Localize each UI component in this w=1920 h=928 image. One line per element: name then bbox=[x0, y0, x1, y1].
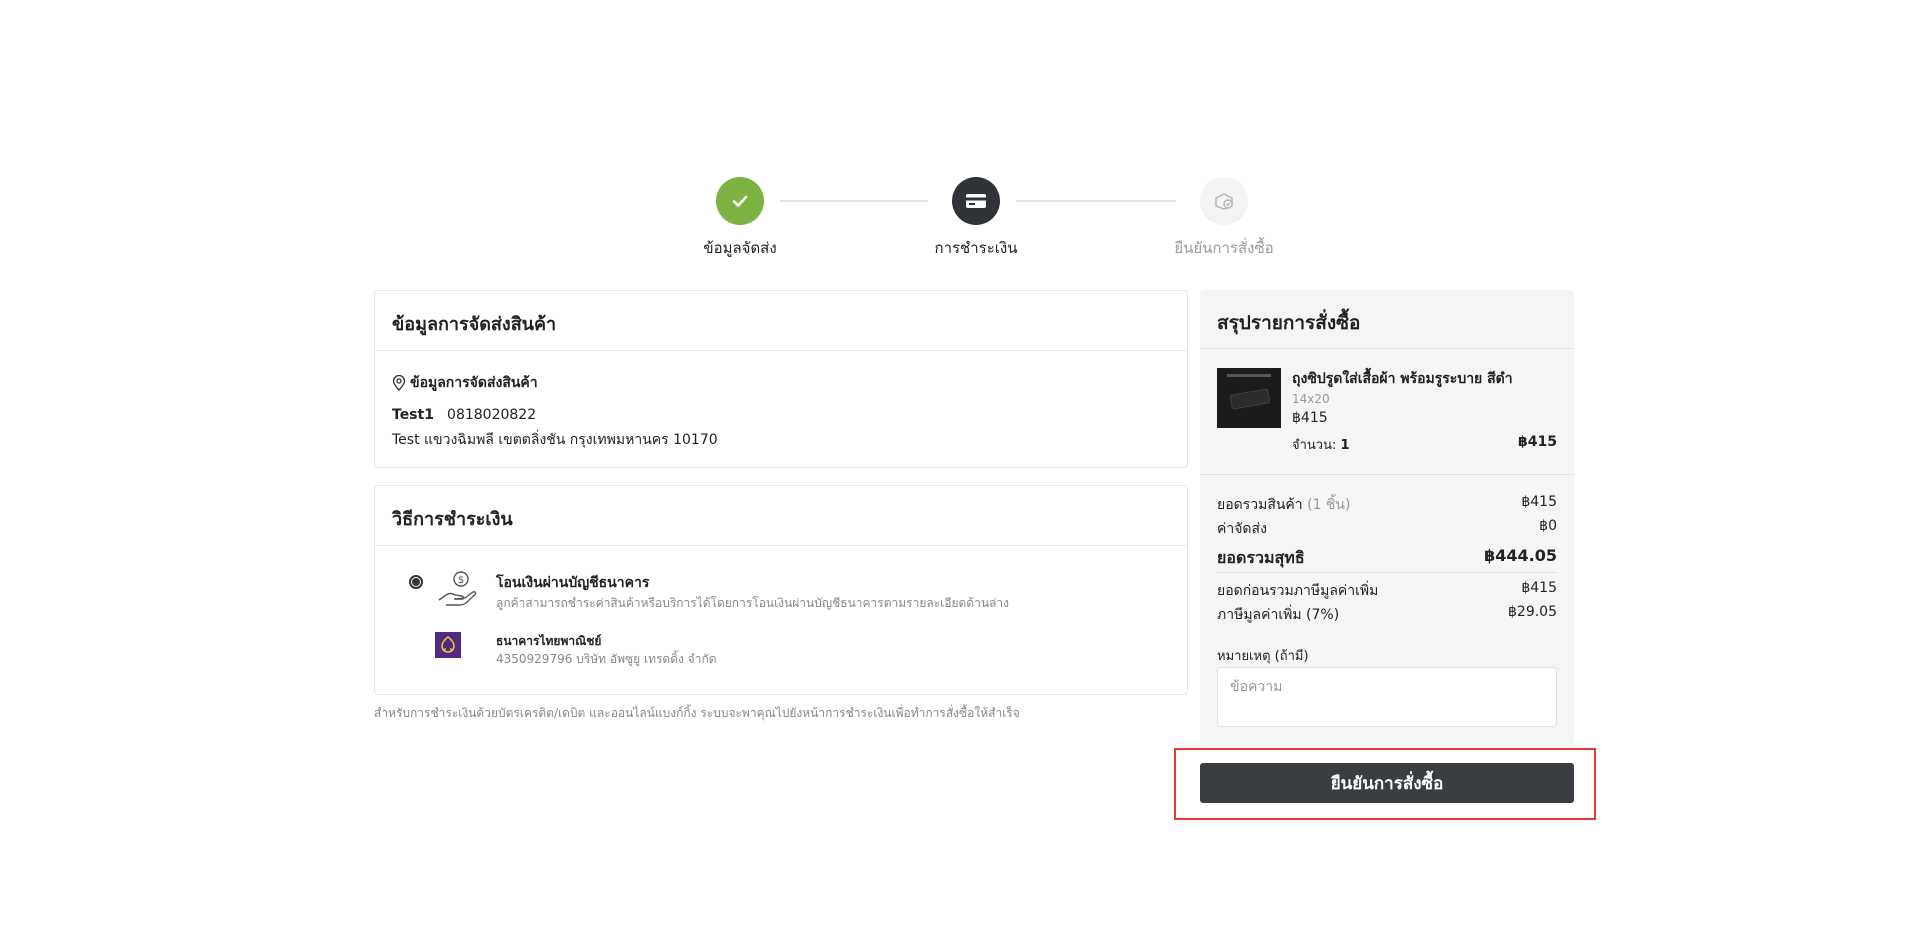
step-confirm-circle bbox=[1200, 177, 1248, 225]
product-variant: 14x20 bbox=[1292, 392, 1330, 406]
recipient-line: Test1 0818020822 bbox=[392, 404, 536, 423]
summary-divider bbox=[1217, 572, 1557, 573]
subtotal-count: (1 ชิ้น) bbox=[1307, 497, 1351, 513]
grand-total-label: ยอดรวมสุทธิ bbox=[1217, 548, 1305, 567]
location-pin-icon bbox=[392, 375, 406, 391]
product-name[interactable]: ถุงซิปรูดใส่เสื้อผ้า พร้อมรูระบาย สีดำ bbox=[1292, 368, 1513, 390]
confirm-order-button[interactable]: ยืนยันการสั่งซื้อ bbox=[1200, 763, 1574, 803]
subtotal-value: ฿415 bbox=[1521, 494, 1557, 510]
product-quantity: จำนวน: 1 bbox=[1292, 434, 1350, 455]
grand-total-row: ยอดรวมสุทธิ ฿444.05 bbox=[1217, 546, 1557, 571]
grand-total-value: ฿444.05 bbox=[1484, 546, 1557, 565]
note-textarea[interactable]: ข้อความ bbox=[1217, 667, 1557, 727]
svg-text:$: $ bbox=[458, 575, 464, 586]
shipping-card: ข้อมูลการจัดส่งสินค้า ข้อมูลการจัดส่งสิน… bbox=[374, 290, 1188, 468]
step-payment-label: การชำระเงิน bbox=[934, 239, 1018, 257]
payment-card-title: วิธีการชำระเงิน bbox=[375, 486, 1187, 546]
product-line-total: ฿415 bbox=[1518, 434, 1557, 450]
bank-account: 4350929796 บริษัท อัพซูยู เทรดดิ้ง จำกัด bbox=[496, 652, 717, 666]
order-summary-title: สรุปรายการสั่งซื้อ bbox=[1217, 312, 1361, 334]
summary-divider bbox=[1200, 474, 1574, 475]
summary-divider bbox=[1200, 348, 1574, 349]
payment-footnote: สำหรับการชำระเงินด้วยบัตรเครดิต/เดบิต แล… bbox=[374, 706, 1020, 720]
step-payment-circle[interactable] bbox=[952, 177, 1000, 225]
vat-row: ภาษีมูลค่าเพิ่ม (7%) ฿29.05 bbox=[1217, 604, 1557, 626]
quantity-value: 1 bbox=[1340, 438, 1350, 453]
payment-method-title: โอนเงินผ่านบัญชีธนาคาร bbox=[496, 575, 650, 591]
order-summary-panel: สรุปรายการสั่งซื้อ ถุงซิปรูดใส่เสื้อผ้า … bbox=[1200, 290, 1574, 745]
shipping-fee-value: ฿0 bbox=[1539, 518, 1557, 534]
check-icon bbox=[732, 195, 748, 207]
step-shipping-circle[interactable] bbox=[716, 177, 764, 225]
hand-money-icon: $ bbox=[437, 570, 477, 614]
shipping-fee-label: ค่าจัดส่ง bbox=[1217, 521, 1267, 537]
recipient-name: Test1 bbox=[392, 407, 434, 423]
vat-label: ภาษีมูลค่าเพิ่ม (7%) bbox=[1217, 607, 1340, 623]
bank-name: ธนาคารไทยพาณิชย์ bbox=[496, 634, 602, 648]
payment-card: วิธีการชำระเงิน $ โอนเงินผ่านบัญชีธนาคาร… bbox=[374, 485, 1188, 695]
quantity-label: จำนวน: bbox=[1292, 438, 1337, 453]
pre-vat-value: ฿415 bbox=[1521, 580, 1557, 596]
shipping-card-title: ข้อมูลการจัดส่งสินค้า bbox=[375, 291, 1187, 351]
step-shipping-label: ข้อมูลจัดส่ง bbox=[703, 239, 777, 257]
recipient-address: Test แขวงฉิมพลี เขตตลิ่งชัน กรุงเทพมหานค… bbox=[392, 432, 718, 448]
shipping-fee-row: ค่าจัดส่ง ฿0 bbox=[1217, 518, 1557, 540]
scb-bank-logo-icon bbox=[435, 632, 461, 658]
subtotal-label: ยอดรวมสินค้า bbox=[1217, 497, 1303, 513]
product-thumbnail[interactable] bbox=[1217, 368, 1281, 428]
note-placeholder: ข้อความ bbox=[1230, 679, 1283, 695]
pre-vat-label: ยอดก่อนรวมภาษีมูลค่าเพิ่ม bbox=[1217, 583, 1379, 599]
step-connector bbox=[1016, 200, 1176, 202]
recipient-phone: 0818020822 bbox=[447, 407, 537, 423]
order-confirm-icon bbox=[1215, 193, 1233, 210]
vat-value: ฿29.05 bbox=[1508, 604, 1557, 620]
product-image bbox=[1217, 368, 1281, 428]
note-label: หมายเหตุ (ถ้ามี) bbox=[1217, 649, 1309, 664]
pre-vat-row: ยอดก่อนรวมภาษีมูลค่าเพิ่ม ฿415 bbox=[1217, 580, 1557, 602]
step-connector bbox=[780, 200, 928, 202]
subtotal-row: ยอดรวมสินค้า (1 ชิ้น) ฿415 bbox=[1217, 494, 1557, 516]
shipping-subheading: ข้อมูลการจัดส่งสินค้า bbox=[392, 372, 538, 394]
product-price: ฿415 bbox=[1292, 410, 1328, 426]
shipping-subheading-text: ข้อมูลการจัดส่งสินค้า bbox=[410, 375, 538, 391]
credit-card-icon bbox=[966, 194, 986, 208]
payment-method-description: ลูกค้าสามารถชำระค่าสินค้าหรือบริการได้โด… bbox=[496, 596, 1009, 610]
payment-method-radio[interactable] bbox=[409, 575, 423, 589]
step-confirm-label: ยืนยันการสั่งซื้อ bbox=[1174, 239, 1274, 257]
